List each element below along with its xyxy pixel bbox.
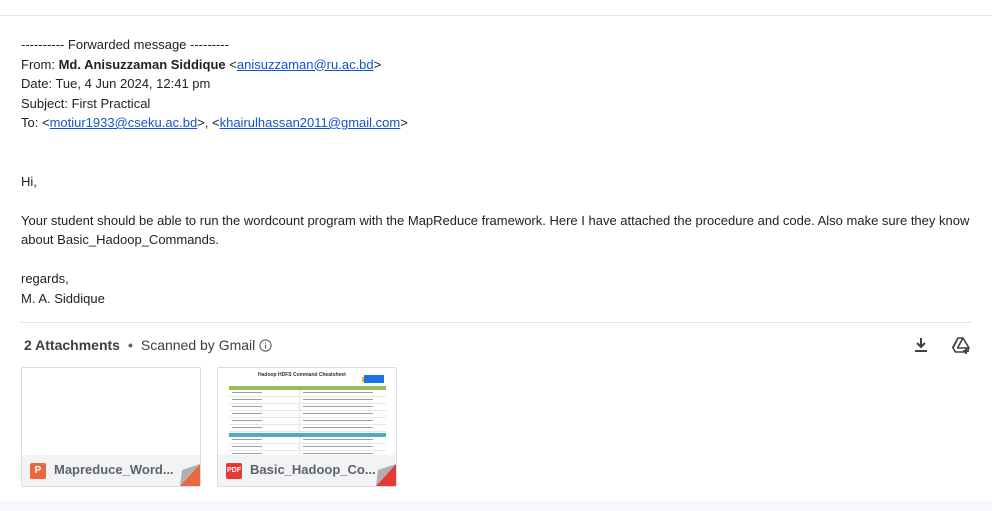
from-label: From: [21, 56, 59, 72]
attachment-card-mapreduce[interactable]: P Mapreduce_Word... [21, 367, 201, 487]
from-name: Md. Anisuzzaman Siddique [58, 56, 226, 72]
greeting: Hi, [21, 173, 37, 189]
forwarded-line: ---------- Forwarded message --------- [21, 37, 229, 52]
from-line: From: Md. Anisuzzaman Siddique <anisuzza… [21, 56, 382, 72]
to-email-link-2[interactable]: khairulhassan2011@gmail.com [220, 115, 401, 130]
pdf-thumb-title: Hadoop HDFS Command Cheatsheet [258, 372, 346, 378]
body-line-1: Your student should be able to run the w… [21, 212, 970, 228]
separator-dot: • [127, 337, 133, 353]
to-line: To: <motiur1933@cseku.ac.bd>, <khairulha… [21, 115, 408, 130]
download-all-button[interactable] [910, 334, 932, 356]
download-icon [915, 338, 927, 352]
top-divider [0, 0, 992, 16]
bottom-bar [0, 501, 992, 511]
attachments-divider [21, 322, 971, 323]
page-fold-corner [180, 464, 200, 486]
attachment-card-hadoop-pdf[interactable]: Hadoop HDFS Command Cheatsheet PDF Basic… [217, 367, 397, 487]
attachment-filename: Mapreduce_Word... [54, 462, 174, 477]
from-email-link[interactable]: anisuzzaman@ru.ac.bd [237, 57, 374, 72]
add-to-drive-icon [951, 337, 970, 354]
info-icon[interactable] [259, 338, 272, 352]
signature: M. A. Siddique [21, 290, 105, 306]
message-body: ---------- Forwarded message --------- F… [21, 35, 981, 308]
date-line: Date: Tue, 4 Jun 2024, 12:41 pm [21, 76, 211, 91]
pdf-thumb-table [229, 385, 386, 458]
attachments-count: 2 Attachments [24, 337, 120, 353]
pdf-file-icon: PDF [226, 463, 242, 479]
pdf-thumb-logo [364, 375, 384, 383]
attachment-thumbnail: Hadoop HDFS Command Cheatsheet [218, 368, 396, 458]
closing: regards, [21, 271, 69, 286]
add-to-drive-button[interactable] [950, 334, 972, 356]
subject-line: Subject: First Practical [21, 95, 151, 111]
page-fold-corner [376, 464, 396, 486]
attachments-header: 2 Attachments • Scanned by Gmail [24, 335, 272, 355]
scanned-label: Scanned by Gmail [140, 337, 256, 353]
body-line-2: about Basic_Hadoop_Commands. [21, 232, 220, 247]
to-label: To: [21, 115, 42, 130]
to-email-link-1[interactable]: motiur1933@cseku.ac.bd [50, 115, 198, 130]
attachment-thumbnail [22, 368, 200, 455]
attachment-actions [910, 334, 972, 356]
powerpoint-file-icon: P [30, 463, 46, 479]
